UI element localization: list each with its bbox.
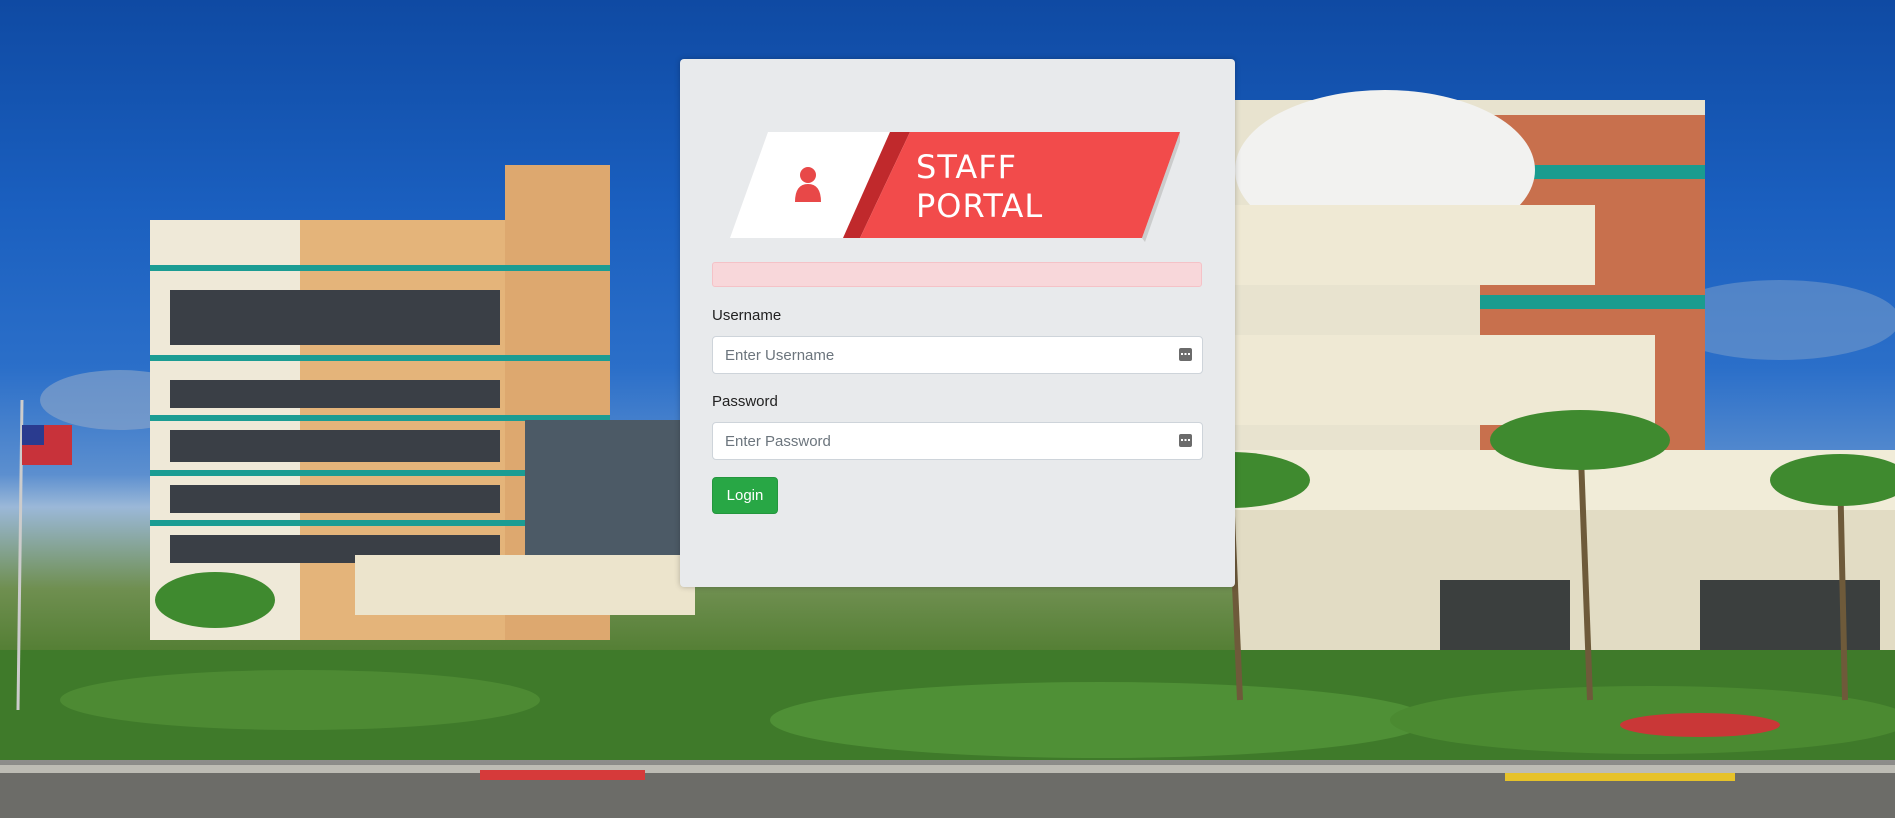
password-manager-key-icon[interactable] — [1179, 434, 1192, 447]
password-manager-key-icon[interactable] — [1179, 348, 1192, 361]
logo-text: STAFF PORTAL — [916, 148, 1043, 226]
username-label: Username — [712, 307, 782, 324]
login-card: STAFF PORTAL Username Password Login — [680, 59, 1235, 587]
staff-portal-logo: STAFF PORTAL — [730, 126, 1182, 244]
logo-line-1: STAFF — [916, 148, 1018, 186]
logo-line-2: PORTAL — [916, 187, 1044, 225]
username-field-wrap — [712, 336, 1203, 374]
error-alert — [712, 262, 1202, 287]
password-input[interactable] — [713, 423, 1202, 459]
user-icon — [793, 164, 823, 204]
password-field-wrap — [712, 422, 1203, 460]
username-input[interactable] — [713, 337, 1202, 373]
password-label: Password — [712, 393, 778, 410]
login-button[interactable]: Login — [712, 477, 778, 514]
